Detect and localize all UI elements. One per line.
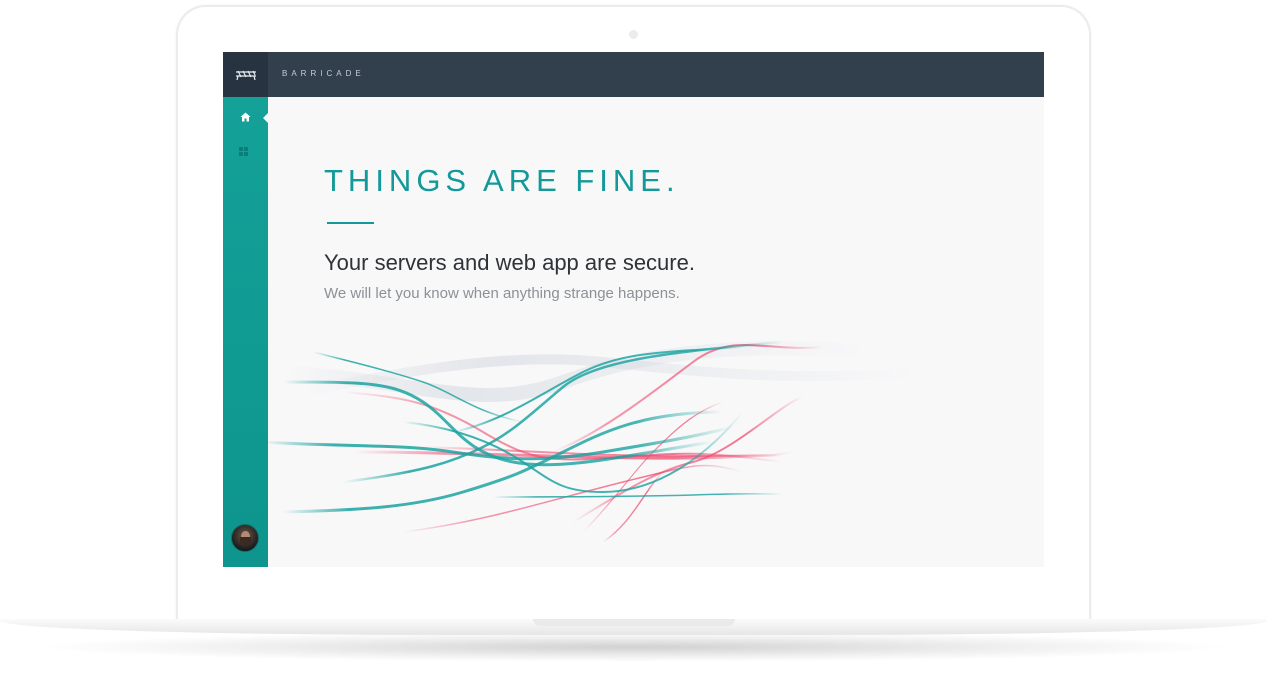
nav-home[interactable] bbox=[238, 110, 252, 124]
sidebar bbox=[223, 97, 268, 567]
laptop-mockup: BARRICADE THINGS ARE FINE. Your servers … bbox=[0, 0, 1267, 674]
avatar-beard bbox=[240, 537, 251, 545]
top-bar: BARRICADE bbox=[223, 52, 1044, 97]
status-headline: THINGS ARE FINE. bbox=[324, 163, 680, 198]
home-icon bbox=[240, 112, 250, 122]
grid-icon bbox=[239, 147, 248, 156]
brand-name: BARRICADE bbox=[282, 69, 365, 78]
status-title: Your servers and web app are secure. bbox=[324, 250, 695, 275]
laptop-shadow bbox=[30, 632, 1237, 662]
nav-dashboard[interactable] bbox=[239, 142, 250, 156]
barricade-logo[interactable] bbox=[223, 52, 268, 97]
camera-dot bbox=[629, 30, 638, 39]
main-content: THINGS ARE FINE. Your servers and web ap… bbox=[268, 97, 1044, 567]
headline-divider bbox=[327, 222, 374, 224]
laptop-base-notch bbox=[533, 619, 735, 626]
barricade-icon bbox=[235, 70, 256, 80]
status-subtitle: We will let you know when anything stran… bbox=[324, 285, 680, 302]
app-screen: BARRICADE THINGS ARE FINE. Your servers … bbox=[223, 52, 1044, 567]
user-avatar[interactable] bbox=[231, 524, 259, 552]
